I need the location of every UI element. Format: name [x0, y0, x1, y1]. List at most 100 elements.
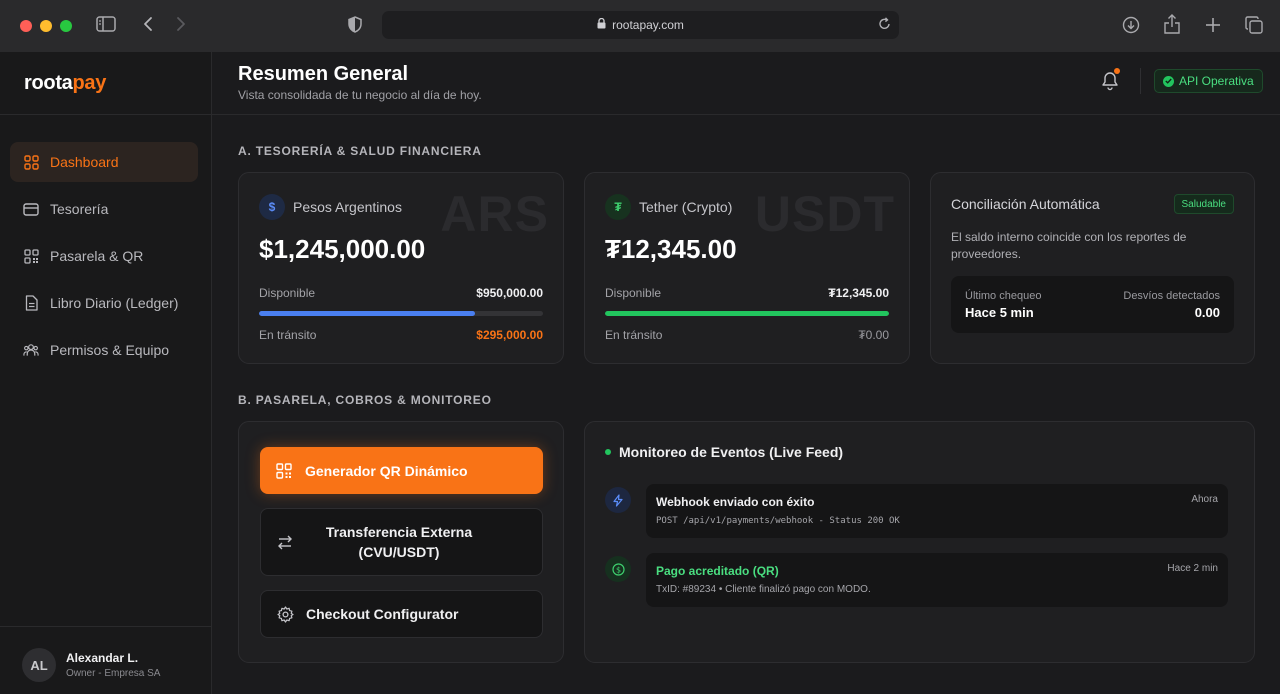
event-time: Ahora	[1191, 494, 1218, 505]
checkout-configurator-button[interactable]: Checkout Configurator	[260, 590, 543, 638]
svg-text:$: $	[615, 565, 620, 574]
lightning-icon	[605, 487, 631, 513]
transit-amount: $295,000.00	[476, 328, 543, 342]
user-divider	[0, 626, 212, 627]
page-subtitle: Vista consolidada de tu negocio al día d…	[238, 88, 482, 102]
deviations-value: 0.00	[1194, 305, 1220, 320]
notification-dot	[1114, 68, 1120, 74]
tabs-overview-icon[interactable]	[1245, 16, 1263, 34]
minimize-window-button[interactable]	[40, 20, 52, 32]
sidebar-item-ledger[interactable]: Libro Diario (Ledger)	[10, 283, 198, 323]
event-title: Pago acreditado (QR)	[656, 564, 779, 578]
deviations-label: Desvíos detectados	[1123, 290, 1220, 302]
window-controls	[20, 20, 72, 32]
event-title: Webhook enviado con éxito	[656, 495, 815, 509]
sidebar-item-tesoreria[interactable]: Tesorería	[10, 189, 198, 229]
share-icon[interactable]	[1164, 14, 1180, 34]
available-amount: $950,000.00	[476, 286, 543, 300]
url-text: rootapay.com	[612, 18, 684, 32]
reconciliation-stats: Último chequeo Hace 5 min Desvíos detect…	[951, 276, 1234, 333]
bell-icon[interactable]	[1101, 71, 1121, 91]
available-progress-fill	[259, 311, 475, 316]
api-status-badge[interactable]: API Operativa	[1154, 69, 1263, 93]
qr-icon	[23, 248, 39, 264]
page-title: Resumen General	[238, 63, 409, 85]
event-detail: POST /api/v1/payments/webhook - Status 2…	[656, 516, 900, 526]
feed-event-item[interactable]: Webhook enviado con éxito POST /api/v1/p…	[646, 484, 1228, 538]
transit-label: En tránsito	[259, 328, 317, 342]
available-progress-bar	[605, 311, 889, 316]
sidebar-item-label: Dashboard	[50, 154, 119, 170]
sidebar-item-label: Permisos & Equipo	[50, 342, 170, 358]
shield-icon[interactable]	[348, 16, 362, 33]
event-time: Hace 2 min	[1167, 563, 1218, 574]
sidebar-item-label: Pasarela & QR	[50, 248, 144, 264]
maximize-window-button[interactable]	[60, 20, 72, 32]
download-icon[interactable]	[1122, 16, 1140, 34]
new-tab-icon[interactable]	[1205, 17, 1221, 33]
sidebar-item-permisos[interactable]: Permisos & Equipo	[10, 330, 198, 370]
user-name: Alexandar L.	[66, 651, 139, 665]
transit-label: En tránsito	[605, 328, 663, 342]
feed-title-label: Monitoreo de Eventos (Live Feed)	[619, 444, 844, 460]
sidebar-nav: Dashboard Tesorería Pasarela & QR Libro …	[10, 142, 198, 377]
currency-header: $ Pesos Argentinos	[259, 194, 402, 220]
available-amount: ₮12,345.00	[828, 286, 889, 300]
close-window-button[interactable]	[20, 20, 32, 32]
dollar-coin-icon: $	[259, 194, 285, 220]
card-icon	[23, 201, 39, 217]
tether-coin-icon: ₮	[605, 194, 631, 220]
reconciliation-description: El saldo interno coincide con los report…	[951, 230, 1187, 261]
currency-header: ₮ Tether (Crypto)	[605, 194, 732, 220]
user-profile[interactable]: AL Alexandar L. Owner - Empresa SA	[22, 648, 160, 682]
transfer-arrows-icon	[276, 533, 294, 551]
available-progress-fill	[605, 311, 889, 316]
feed-event-item[interactable]: Pago acreditado (QR) TxID: #89234 • Clie…	[646, 553, 1228, 607]
section-treasury-title: A. TESORERÍA & SALUD FINANCIERA	[238, 144, 482, 158]
sidebar-item-pasarela-qr[interactable]: Pasarela & QR	[10, 236, 198, 276]
sidebar-divider	[0, 114, 212, 115]
brand-logo[interactable]: rootapay	[24, 72, 106, 95]
reconciliation-card: Conciliación Automática Saludable El sal…	[930, 172, 1255, 364]
qr-generator-button[interactable]: Generador QR Dinámico	[260, 447, 543, 494]
external-transfer-label: Transferencia Externa (CVU/USDT)	[325, 524, 473, 560]
sidebar-toggle-icon[interactable]	[96, 16, 116, 32]
section-gateway-title: B. PASARELA, COBROS & MONITOREO	[238, 393, 492, 407]
currency-code-watermark: USDT	[754, 186, 895, 242]
checkout-configurator-label: Checkout Configurator	[306, 606, 459, 622]
sidebar-item-label: Libro Diario (Ledger)	[50, 295, 179, 311]
users-icon	[23, 342, 39, 358]
total-balance: ₮12,345.00	[605, 234, 737, 264]
reload-icon[interactable]	[879, 17, 891, 33]
available-label: Disponible	[605, 286, 662, 300]
document-icon	[23, 295, 39, 311]
user-role: Owner - Empresa SA	[66, 668, 161, 679]
currency-name: Tether (Crypto)	[639, 199, 733, 215]
last-check-label: Último chequeo	[965, 290, 1042, 302]
usdt-balance-card: USDT ₮ Tether (Crypto) ₮12,345.00 Dispon…	[584, 172, 910, 364]
live-indicator-dot	[605, 449, 611, 455]
sidebar: rootapay Dashboard Tesorería Pasarela & …	[0, 52, 212, 694]
api-status-label: API Operativa	[1179, 74, 1254, 88]
lock-icon	[597, 17, 606, 32]
feed-title: Monitoreo de Eventos (Live Feed)	[605, 444, 843, 460]
total-balance: $1,245,000.00	[259, 234, 426, 264]
forward-icon[interactable]	[176, 16, 186, 32]
currency-code-watermark: ARS	[440, 186, 549, 242]
transit-amount: ₮0.00	[858, 328, 889, 342]
gear-icon	[276, 605, 294, 623]
qr-icon	[275, 462, 293, 480]
header-divider	[1140, 68, 1141, 94]
reconciliation-title: Conciliación Automática	[951, 196, 1100, 212]
ars-balance-card: ARS $ Pesos Argentinos $1,245,000.00 Dis…	[238, 172, 564, 364]
back-icon[interactable]	[143, 16, 153, 32]
avatar: AL	[22, 648, 56, 682]
last-check-value: Hace 5 min	[965, 305, 1034, 320]
check-circle-icon	[1163, 75, 1174, 87]
sidebar-item-dashboard[interactable]: Dashboard	[10, 142, 198, 182]
external-transfer-button[interactable]: Transferencia Externa (CVU/USDT)	[260, 508, 543, 576]
available-label: Disponible	[259, 286, 316, 300]
address-bar[interactable]: rootapay.com	[382, 11, 899, 39]
grid-icon	[23, 154, 39, 170]
event-detail: TxID: #89234 • Cliente finalizó pago con…	[656, 584, 871, 595]
